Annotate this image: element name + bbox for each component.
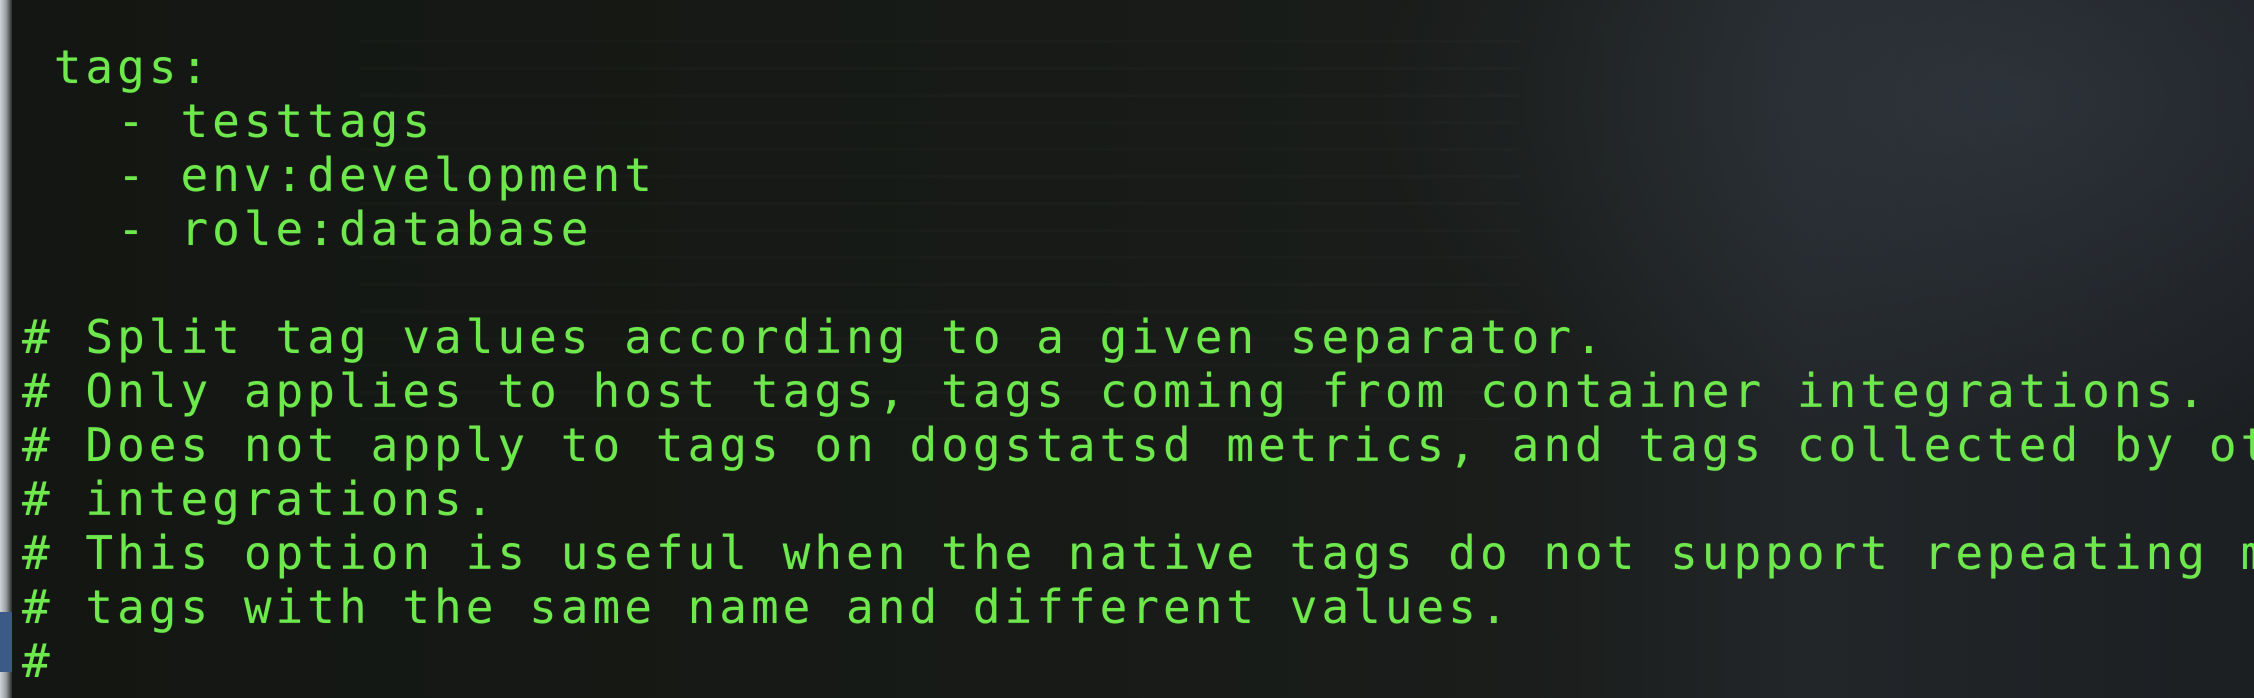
code-line: # This option is useful when the native …	[22, 526, 2254, 580]
code-line: tags:	[22, 40, 213, 94]
terminal-window[interactable]: tags: - testtags - env:development - rol…	[0, 0, 2254, 698]
code-line: # Only applies to host tags, tags coming…	[22, 364, 2209, 418]
background-window-sliver	[0, 612, 12, 672]
code-line: #	[22, 634, 54, 688]
code-line: # Split tag values according to a given …	[22, 310, 1607, 364]
code-line: - env:development	[22, 148, 656, 202]
code-line: # Does not apply to tags on dogstatsd me…	[22, 418, 2254, 472]
window-left-edge	[0, 0, 12, 698]
code-line: - role:database	[22, 202, 593, 256]
code-line: - testtags	[22, 94, 435, 148]
terminal-text[interactable]: tags: - testtags - env:development - rol…	[22, 40, 2254, 688]
code-line: # integrations.	[22, 472, 498, 526]
code-line: # tags with the same name and different …	[22, 580, 1512, 634]
